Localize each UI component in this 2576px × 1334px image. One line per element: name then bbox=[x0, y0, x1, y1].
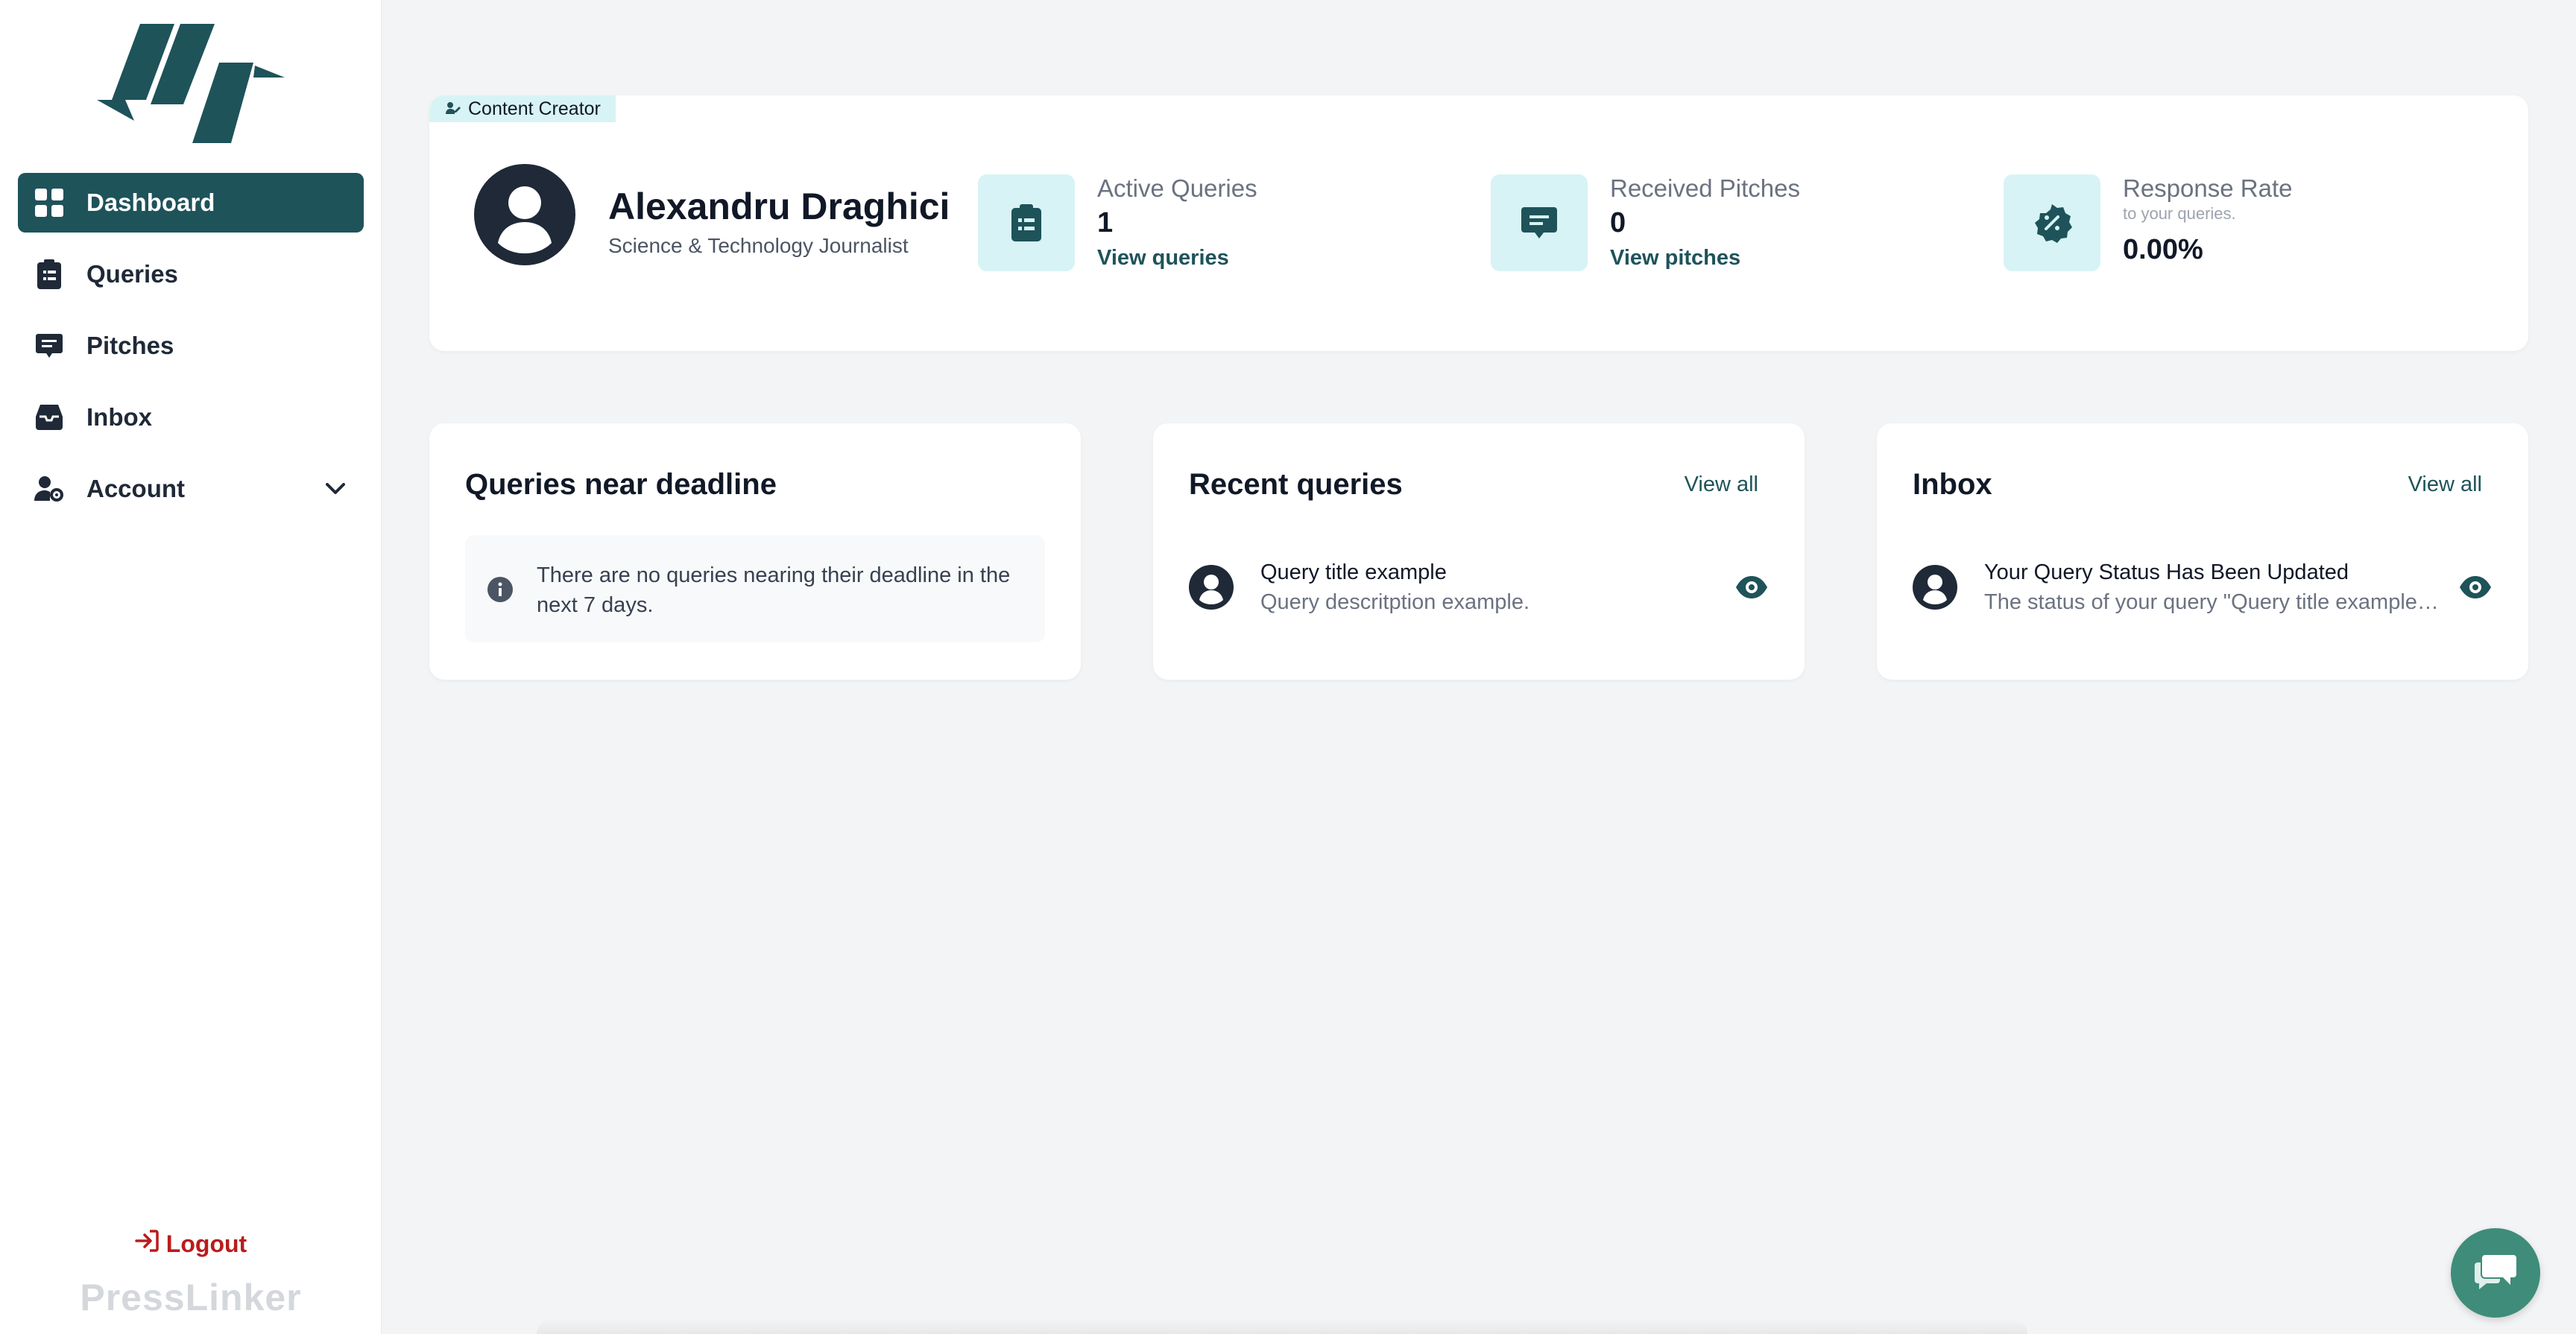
user-circle-icon bbox=[1189, 565, 1234, 610]
list-item[interactable]: Query title example Query descritption e… bbox=[1189, 535, 1769, 642]
queries-near-deadline-card: Queries near deadline There are no queri… bbox=[429, 423, 1081, 680]
stat-sublabel: to your queries. bbox=[2123, 204, 2236, 223]
user-circle-icon bbox=[1913, 565, 1957, 610]
eye-icon[interactable] bbox=[1734, 572, 1769, 602]
list-item-description: The status of your query "Query title ex… bbox=[1984, 590, 2446, 614]
sidebar-item-label: Dashboard bbox=[86, 189, 215, 216]
view-all-inbox-link[interactable]: View all bbox=[2408, 472, 2482, 497]
chevron-down-icon[interactable] bbox=[322, 475, 349, 502]
profile-subtitle: Science & Technology Journalist bbox=[608, 234, 909, 257]
view-queries-link[interactable]: View queries bbox=[1097, 246, 1229, 271]
list-item-title: Your Query Status Has Been Updated bbox=[1984, 560, 2349, 584]
profile-summary-card: Content Creator Alexandru Draghici Scien… bbox=[429, 95, 2528, 351]
logout-icon bbox=[135, 1230, 159, 1258]
chat-widget-button[interactable] bbox=[2451, 1228, 2540, 1318]
message-icon bbox=[1491, 174, 1588, 271]
brand-wordmark: PressLinker bbox=[80, 1277, 302, 1318]
sidebar-item-label: Queries bbox=[86, 260, 178, 288]
info-icon bbox=[487, 577, 513, 602]
sidebar-item-pitches[interactable]: Pitches bbox=[18, 316, 364, 376]
card-title: Recent queries bbox=[1189, 468, 1403, 501]
chat-bubble-icon bbox=[2473, 1252, 2518, 1295]
logout-label: Logout bbox=[165, 1230, 247, 1257]
stat-label: Received Pitches bbox=[1610, 174, 1800, 202]
clipboard-icon bbox=[33, 258, 66, 291]
message-icon bbox=[33, 329, 66, 362]
view-pitches-link[interactable]: View pitches bbox=[1610, 246, 1740, 271]
sidebar-item-label: Pitches bbox=[86, 332, 174, 359]
bottom-shadow bbox=[537, 1319, 2027, 1334]
list-item-title: Query title example bbox=[1260, 560, 1447, 584]
eye-icon[interactable] bbox=[2458, 572, 2493, 602]
view-all-queries-link[interactable]: View all bbox=[1685, 472, 1758, 497]
stat-label: Response Rate bbox=[2123, 174, 2293, 202]
list-item-description: Query descritption example. bbox=[1260, 590, 1530, 614]
sidebar: Dashboard Queries Pitches Inbox Account bbox=[0, 0, 382, 1334]
recent-queries-card: Recent queries View all Query title exam… bbox=[1153, 423, 1805, 680]
profile-name: Alexandru Draghici bbox=[608, 186, 950, 227]
logout-button[interactable]: Logout bbox=[0, 1230, 382, 1258]
presslinker-logo[interactable] bbox=[95, 21, 286, 146]
role-badge-label: Content Creator bbox=[468, 98, 601, 119]
empty-notice: There are no queries nearing their deadl… bbox=[465, 535, 1045, 642]
stat-value: 0 bbox=[1610, 207, 1626, 238]
list-item[interactable]: Your Query Status Has Been Updated The s… bbox=[1913, 535, 2493, 642]
sidebar-item-dashboard[interactable]: Dashboard bbox=[18, 173, 364, 233]
sidebar-item-account[interactable]: Account bbox=[18, 459, 364, 519]
avatar[interactable] bbox=[474, 164, 575, 265]
role-badge: Content Creator bbox=[429, 95, 616, 122]
sidebar-item-queries[interactable]: Queries bbox=[18, 244, 364, 304]
inbox-card: Inbox View all Your Query Status Has Bee… bbox=[1877, 423, 2528, 680]
stat-value: 0.00% bbox=[2123, 234, 2203, 265]
stat-value: 1 bbox=[1097, 207, 1114, 238]
inbox-icon bbox=[33, 401, 66, 434]
sidebar-item-inbox[interactable]: Inbox bbox=[18, 388, 364, 447]
user-gear-icon bbox=[33, 472, 66, 505]
sidebar-item-label: Account bbox=[86, 475, 185, 502]
user-pen-icon bbox=[446, 98, 461, 120]
percent-badge-icon bbox=[2004, 174, 2100, 271]
grid-icon bbox=[33, 186, 66, 219]
notice-text: There are no queries nearing their deadl… bbox=[537, 563, 1011, 617]
stat-label: Active Queries bbox=[1097, 174, 1257, 202]
card-title: Inbox bbox=[1913, 468, 1992, 501]
sidebar-item-label: Inbox bbox=[86, 403, 152, 431]
clipboard-icon bbox=[978, 174, 1075, 271]
sidebar-nav: Dashboard Queries Pitches Inbox Account bbox=[18, 173, 364, 531]
card-title: Queries near deadline bbox=[465, 468, 777, 501]
